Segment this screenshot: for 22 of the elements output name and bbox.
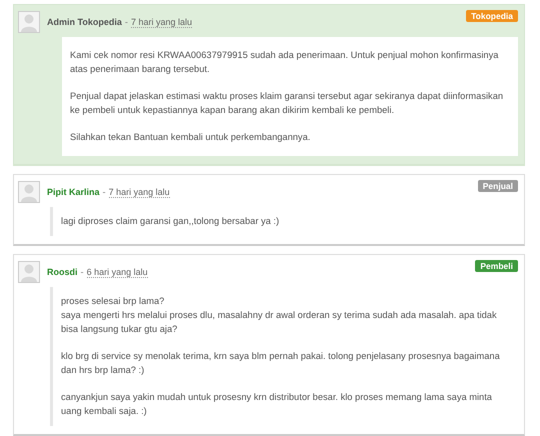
- author-name[interactable]: Admin Tokopedia: [47, 17, 122, 27]
- separator: -: [80, 267, 84, 277]
- comment-text: Penjual dapat jelaskan estimasi waktu proses klaim garansi tersebut agar sekiranya dapat diinformasikan ke pembeli untuk kepastiannya kapan barang akan dikirim kembali ke pembeli.: [70, 90, 504, 117]
- avatar-icon: [18, 11, 40, 33]
- comment-text: Kami cek nomor resi KRWAA00637979915 sudah ada penerimaan. Untuk penjual mohon konfirmasinya atas penerimaan barang tersebut.: [70, 49, 500, 76]
- comment-text: proses selesai brp lama? saya mengerti hrs melalui proses dlu, masalahny dr awal orderan sy terima sudah ada masalah. apa tidak bisa langsung tukar gtu aja?: [61, 295, 498, 336]
- timestamp[interactable]: 7 hari yang lalu: [130, 16, 192, 28]
- comment-text: klo brg di service sy menolak terima, krn saya blm pernah pakai. tolong penjelasany prosesnya bagaimana dan hrs brp lama? :): [61, 350, 501, 377]
- role-badge: Pembeli: [475, 260, 518, 272]
- separator: -: [102, 187, 106, 197]
- comment-text: lagi diproses claim garansi gan,,tolong bersabar ya :): [61, 215, 280, 228]
- timestamp[interactable]: 7 hari yang lalu: [108, 186, 170, 198]
- avatar-icon: [18, 181, 40, 203]
- avatar-icon: [18, 261, 40, 283]
- author-name[interactable]: Pipit Karlina: [47, 187, 100, 197]
- comment-text: canyankjun saya yakin mudah untuk prosesny krn distributor besar. klo proses memang lama saya minta uang kembali saja. :): [61, 391, 493, 418]
- author-name[interactable]: Roosdi: [47, 267, 78, 277]
- role-badge: Tokopedia: [466, 10, 518, 22]
- comment-text: Silahkan tekan Bantuan kembali untuk perkembangannya.: [70, 131, 312, 144]
- role-badge: Penjual: [478, 180, 518, 192]
- timestamp[interactable]: 6 hari yang lalu: [86, 266, 148, 278]
- separator: -: [124, 17, 128, 27]
